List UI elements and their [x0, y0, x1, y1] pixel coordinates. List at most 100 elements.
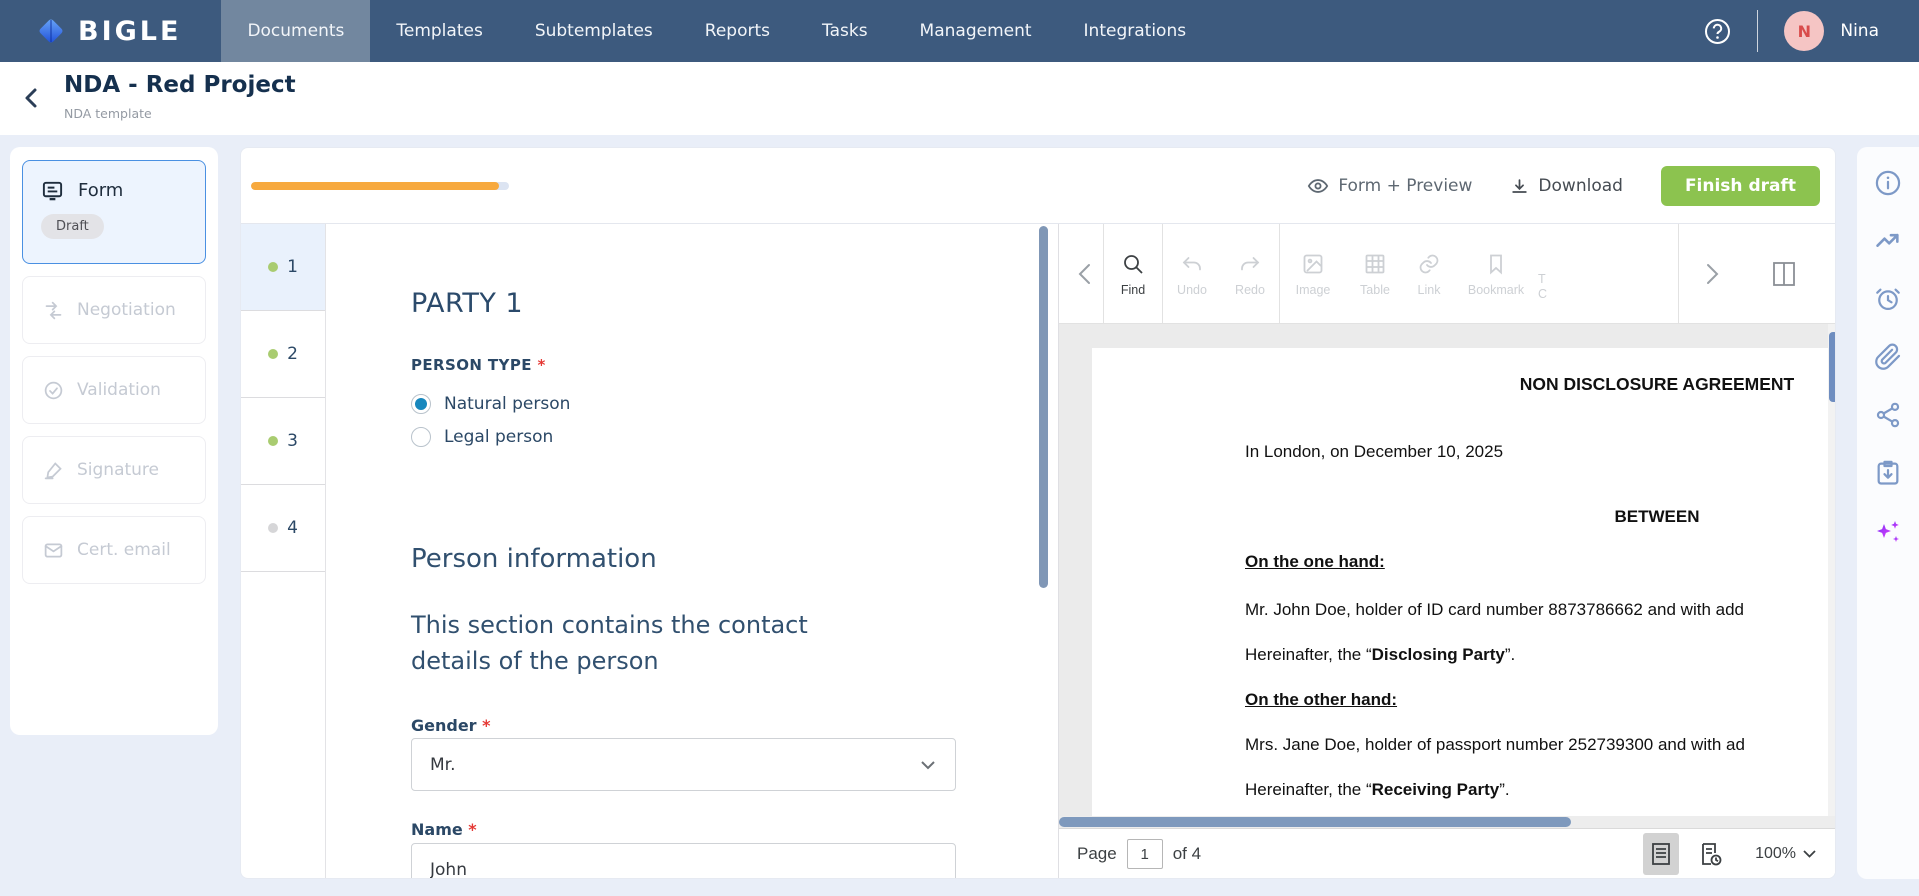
preview-horizontal-scrollbar[interactable]	[1059, 816, 1836, 828]
sidebar-item-form[interactable]: Form Draft	[22, 160, 206, 264]
toolbar-scroll-left[interactable]	[1067, 224, 1101, 324]
sidebar-item-cert-email: Cert. email	[22, 516, 206, 584]
link-button: Link	[1404, 224, 1454, 324]
zoom-control[interactable]: 100%	[1755, 845, 1816, 863]
nav-tab-tasks[interactable]: Tasks	[796, 0, 894, 62]
brand-logo[interactable]: BIGLE	[0, 0, 221, 62]
nav-divider	[1757, 10, 1758, 52]
editor-toolbar: Find Undo Redo	[1059, 224, 1836, 324]
link-icon	[1417, 252, 1441, 276]
user-menu[interactable]: N Nina	[1784, 11, 1879, 51]
gender-select[interactable]: Mr.	[411, 738, 956, 791]
table-icon	[1363, 252, 1387, 276]
share-icon[interactable]	[1874, 401, 1902, 429]
toolbar-scroll-right[interactable]	[1695, 224, 1729, 324]
form-icon	[41, 179, 64, 202]
nav-tab-management[interactable]: Management	[894, 0, 1058, 62]
bookmark-icon	[1484, 252, 1508, 276]
download-button[interactable]: Download	[1510, 176, 1623, 196]
sidebar-item-label: Cert. email	[77, 540, 171, 560]
sidebar-item-label: Validation	[77, 380, 161, 400]
name-field[interactable]	[411, 843, 956, 879]
save-to-clipboard-icon[interactable]	[1874, 459, 1902, 487]
step-2[interactable]: 2	[241, 311, 325, 398]
split-view-icon[interactable]	[1771, 260, 1797, 293]
bookmark-button: Bookmark	[1454, 224, 1538, 324]
person-type-label: PERSON TYPE *	[411, 356, 546, 374]
image-icon	[1301, 252, 1325, 276]
undo-button: Undo	[1163, 224, 1221, 324]
alarm-clock-icon[interactable]	[1874, 285, 1902, 313]
required-asterisk: *	[537, 356, 545, 374]
sidebar-item-validation: Validation	[22, 356, 206, 424]
download-label: Download	[1538, 176, 1623, 196]
back-button[interactable]	[22, 86, 40, 114]
attachment-icon[interactable]	[1874, 343, 1902, 371]
person-info-heading: Person information	[411, 544, 657, 574]
doc-between: BETWEEN	[1092, 507, 1836, 527]
nav-tab-reports[interactable]: Reports	[679, 0, 796, 62]
preview-pager-bar: Page of 4 100%	[1059, 828, 1836, 879]
signature-icon	[43, 460, 64, 481]
nav-tab-subtemplates[interactable]: Subtemplates	[509, 0, 679, 62]
progress-fill	[251, 182, 499, 190]
step-4[interactable]: 4	[241, 485, 325, 572]
preview-horizontal-scrollbar-thumb[interactable]	[1059, 817, 1571, 827]
nav-tab-templates[interactable]: Templates	[370, 0, 508, 62]
gender-selected-value: Mr.	[430, 755, 456, 775]
redo-icon	[1238, 252, 1262, 276]
preview-panel: Find Undo Redo	[1058, 224, 1836, 879]
app-screen: BIGLE Documents Templates Subtemplates R…	[0, 0, 1919, 896]
cert-email-icon	[43, 540, 64, 561]
radio-legal-person[interactable]: Legal person	[411, 427, 553, 447]
radio-natural-person[interactable]: Natural person	[411, 394, 570, 414]
chevron-down-icon	[1803, 850, 1816, 858]
finish-draft-button[interactable]: Finish draft	[1661, 166, 1820, 206]
doc-one-hand-text: Mr. John Doe, holder of ID card number 8…	[1245, 600, 1744, 620]
validation-icon	[43, 380, 64, 401]
page-history-button[interactable]	[1693, 833, 1729, 875]
doc-one-hand-heading: On the one hand:	[1245, 552, 1385, 572]
sidebar-item-signature: Signature	[22, 436, 206, 504]
nav-tab-documents[interactable]: Documents	[221, 0, 370, 62]
preview-vertical-scrollbar-thumb[interactable]	[1829, 332, 1836, 402]
help-icon[interactable]	[1704, 18, 1731, 45]
doc-intro: In London, on December 10, 2025	[1245, 442, 1503, 462]
find-button[interactable]: Find	[1104, 224, 1162, 324]
top-nav: BIGLE Documents Templates Subtemplates R…	[0, 0, 1919, 62]
eye-icon	[1307, 175, 1329, 197]
form-scrollbar[interactable]	[1039, 226, 1048, 588]
page-view-button[interactable]	[1643, 833, 1679, 875]
clipped-toolbar-button: T C	[1538, 224, 1558, 324]
nav-right: N Nina	[1704, 0, 1919, 62]
radio-icon	[411, 427, 431, 447]
form-preview-label: Form + Preview	[1338, 176, 1472, 196]
sidebar-item-negotiation: Negotiation	[22, 276, 206, 344]
ai-sparkles-icon[interactable]	[1873, 517, 1903, 547]
sidebar-item-label: Form	[78, 180, 123, 201]
document-page: NON DISCLOSURE AGREEMENT In London, on D…	[1092, 348, 1836, 816]
download-icon	[1510, 177, 1529, 196]
doc-other-hand-text: Mrs. Jane Doe, holder of passport number…	[1245, 735, 1745, 755]
doc-title: NON DISCLOSURE AGREEMENT	[1092, 374, 1836, 395]
search-icon	[1121, 252, 1145, 276]
page-label: Page	[1077, 844, 1117, 864]
form-preview-toggle[interactable]: Form + Preview	[1307, 175, 1472, 197]
image-button: Image	[1280, 224, 1346, 324]
nav-tab-integrations[interactable]: Integrations	[1058, 0, 1213, 62]
info-icon[interactable]	[1874, 169, 1902, 197]
page-number-input[interactable]	[1127, 839, 1163, 869]
step-3[interactable]: 3	[241, 398, 325, 485]
chevron-down-icon	[921, 755, 935, 775]
zoom-value: 100%	[1755, 845, 1796, 863]
radio-label: Legal person	[444, 427, 553, 447]
document-preview: NON DISCLOSURE AGREEMENT In London, on D…	[1059, 324, 1836, 816]
page-title: NDA - Red Project	[64, 72, 296, 98]
name-label: Name *	[411, 820, 477, 839]
page-header: NDA - Red Project NDA template	[0, 62, 1919, 135]
activity-icon[interactable]	[1874, 227, 1902, 255]
bigle-logo-icon	[36, 16, 66, 46]
workflow-sidebar: Form Draft Negotiation Validation Signat…	[10, 147, 218, 735]
step-1[interactable]: 1	[241, 224, 325, 311]
avatar: N	[1784, 11, 1824, 51]
